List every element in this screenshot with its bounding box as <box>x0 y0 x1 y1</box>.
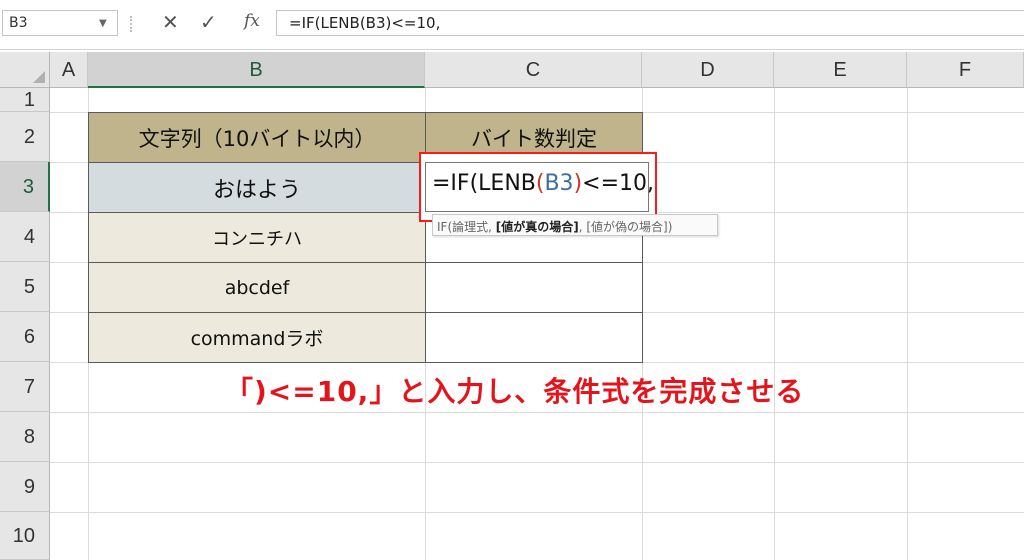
chevron-down-icon[interactable]: ▼ <box>99 18 107 29</box>
spreadsheet-grid: A B C D E F 1 2 3 4 5 6 7 8 9 10 文字列（10バ… <box>0 52 1024 560</box>
column-header-d[interactable]: D <box>642 52 774 88</box>
tooltip-function-name[interactable]: IF(論理式, <box>437 220 496 234</box>
name-box[interactable]: B3 ▼ <box>2 10 118 36</box>
cell-c6[interactable] <box>425 312 643 363</box>
row-header-6[interactable]: 6 <box>0 312 50 362</box>
cell-c5[interactable] <box>425 262 643 313</box>
select-all-triangle-icon <box>33 71 45 83</box>
column-header-e[interactable]: E <box>774 52 907 88</box>
gridline <box>50 412 1024 413</box>
row-header-8[interactable]: 8 <box>0 412 50 462</box>
gridline <box>50 462 1024 463</box>
formula-controls: ✕ ✓ fx <box>150 10 276 36</box>
cell-b5[interactable]: abcdef <box>88 262 426 313</box>
formula-input[interactable]: =IF(LENB(B3)<=10, <box>276 10 1024 36</box>
column-header-f[interactable]: F <box>907 52 1024 88</box>
row-header-3[interactable]: 3 <box>0 162 50 212</box>
formula-text: =IF(LENB(B3)<=10, <box>289 14 441 32</box>
row-header-2[interactable]: 2 <box>0 112 50 162</box>
tooltip-remaining-arguments: , [値が偽の場合]) <box>578 220 673 234</box>
gridline <box>50 512 1024 513</box>
select-all-corner[interactable] <box>0 52 50 88</box>
function-tooltip: IF(論理式, [値が真の場合], [値が偽の場合]) <box>432 214 718 236</box>
name-box-value: B3 <box>9 15 28 31</box>
row-header-4[interactable]: 4 <box>0 212 50 262</box>
enter-icon[interactable]: ✓ <box>200 10 217 34</box>
formula-cell-reference: B3 <box>544 171 574 196</box>
cell-b3[interactable]: おはよう <box>88 162 426 213</box>
row-header-5[interactable]: 5 <box>0 262 50 312</box>
row-header-7[interactable]: 7 <box>0 362 50 412</box>
instruction-annotation: 「)<=10,」と入力し、条件式を完成させる <box>225 375 805 408</box>
gridline <box>907 88 908 560</box>
formula-close-paren: ) <box>573 171 583 196</box>
separator-handle[interactable] <box>130 16 132 32</box>
gridline <box>774 88 775 560</box>
insert-function-icon[interactable]: fx <box>244 11 260 31</box>
cell-b2-header[interactable]: 文字列（10バイト以内） <box>88 112 426 163</box>
formula-bar: B3 ▼ ✕ ✓ fx =IF(LENB(B3)<=10, <box>0 0 1024 50</box>
column-header-c[interactable]: C <box>425 52 642 88</box>
cell-c3-editing[interactable]: =IF(LENB(B3)<=10, <box>419 152 657 222</box>
cell-formula-text: =IF(LENB(B3)<=10, <box>432 171 654 196</box>
cancel-icon[interactable]: ✕ <box>162 10 179 34</box>
formula-prefix: =IF(LENB <box>432 171 536 196</box>
tooltip-current-argument: [値が真の場合] <box>495 220 579 234</box>
formula-suffix: <=10, <box>582 171 655 196</box>
cell-c3[interactable]: =IF(LENB(B3)<=10, <box>425 162 654 212</box>
column-header-b[interactable]: B <box>88 52 425 88</box>
row-header-9[interactable]: 9 <box>0 462 50 512</box>
column-header-a[interactable]: A <box>50 52 88 88</box>
row-header-10[interactable]: 10 <box>0 512 50 560</box>
cell-b4[interactable]: コンニチハ <box>88 212 426 263</box>
row-header-1[interactable]: 1 <box>0 88 50 112</box>
cell-b6[interactable]: commandラボ <box>88 312 426 363</box>
